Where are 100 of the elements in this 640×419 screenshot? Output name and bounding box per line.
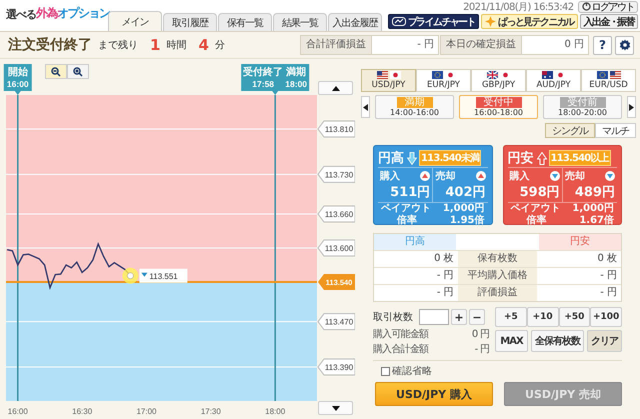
down-arrow-icon — [407, 152, 417, 164]
checkbox-label: 確認省略 — [392, 364, 432, 378]
deposit-button[interactable]: 入出金・振替 — [580, 14, 638, 29]
increment-button[interactable]: +5 — [495, 307, 527, 327]
hours-value: 1 — [150, 36, 160, 54]
flag-icon — [610, 71, 620, 79]
flag-icon — [390, 71, 400, 79]
table-cell-text: 0 枚 — [433, 252, 455, 266]
ratio-value: 1.95倍 — [450, 215, 484, 227]
buy-button[interactable]: USD/JPY 購入 — [375, 382, 493, 406]
price-label: 113.470 — [324, 318, 354, 327]
increment-button[interactable]: +100 — [590, 307, 622, 327]
help-button[interactable]: ? — [593, 36, 612, 54]
zoom-out-button[interactable] — [45, 64, 67, 79]
logout-icon — [582, 2, 590, 11]
hours-unit: 時間 — [166, 38, 186, 52]
nav-tab[interactable]: 入出金履歴 — [328, 13, 382, 31]
scroll-up-button[interactable] — [318, 81, 353, 95]
currency-tab[interactable]: EUR/JPY — [416, 69, 471, 92]
ratio-label: 倍率 — [525, 215, 546, 227]
payout-label: ペイアウト — [381, 203, 431, 214]
scroll-down-button[interactable] — [318, 401, 353, 415]
next-session-button[interactable] — [627, 96, 636, 118]
marker-time: 18:00 — [285, 79, 308, 89]
mode-tab[interactable]: マルチ — [595, 123, 636, 138]
payout-value: 1,000円 — [442, 203, 484, 214]
buy-label: 購入 — [510, 170, 530, 183]
quantity-label: 取引枚数 — [373, 310, 414, 324]
nav-tab[interactable]: 結果一覧 — [273, 13, 327, 31]
time-label: 17:30 — [200, 407, 221, 416]
currency-tab[interactable]: GBP/JPY — [471, 69, 526, 92]
minus-button[interactable]: − — [469, 309, 485, 325]
increment-button[interactable]: +50 — [558, 307, 590, 327]
plus-button[interactable]: + — [451, 309, 467, 325]
amount-value: 0 円 — [472, 328, 489, 342]
amount-value: - 円 — [474, 343, 489, 357]
time-label: 16:30 — [72, 407, 92, 416]
flag-icon — [542, 71, 552, 79]
price-label: 113.810 — [324, 125, 354, 134]
row-label: 評価損益 — [458, 285, 538, 301]
down-triangle-icon — [550, 171, 560, 181]
time-label: 18:00 — [265, 407, 286, 416]
quantity-field[interactable] — [419, 309, 449, 325]
nav-tab[interactable]: 保有一覧 — [218, 13, 272, 31]
up-triangle-icon — [332, 86, 340, 90]
up-triangle-icon — [476, 171, 486, 181]
amount-label: 購入合計金額 — [373, 343, 428, 357]
time-marker — [4, 64, 32, 95]
column-header: 円高 — [374, 234, 456, 250]
previous-session-button[interactable] — [361, 96, 370, 118]
settings-button[interactable] — [615, 36, 634, 54]
quantity-action-button[interactable]: MAX — [495, 330, 528, 352]
sell-price: 489円 — [574, 184, 615, 201]
total-value: - 円 — [372, 35, 439, 55]
option-title: 円高 — [378, 150, 404, 167]
table-cell-text: - 円 — [436, 286, 455, 300]
current-point — [127, 272, 134, 280]
minutes-value: 4 — [198, 36, 209, 54]
currency-tab[interactable]: EUR/USD — [581, 69, 636, 92]
remaining-label: まで残り — [98, 38, 138, 52]
nav-tab[interactable]: メイン — [108, 11, 162, 31]
up-triangle-icon — [420, 171, 430, 181]
buy-label: 購入 — [380, 170, 400, 183]
prime-chart-button[interactable]: プライムチャート — [388, 14, 479, 29]
minutes-unit: 分 — [214, 39, 225, 52]
table-cell-text: - 円 — [599, 286, 618, 300]
currency-tab[interactable]: AUD/JPY — [526, 69, 581, 92]
nav-tab[interactable]: 取引履歴 — [163, 13, 217, 31]
ratio-value: 1.67倍 — [579, 215, 614, 227]
current-price-box — [139, 268, 188, 283]
current-price: 113.551 — [149, 272, 178, 281]
marker-title: 満期 — [286, 67, 306, 78]
ratio-label: 倍率 — [396, 215, 417, 227]
session-button[interactable]: 受付前 18:00-20:00 — [543, 95, 622, 119]
down-triangle-icon — [332, 406, 340, 410]
row-label: 保有枚数 — [458, 251, 538, 267]
zoom-in-icon — [73, 66, 83, 76]
option-card[interactable]: 円安 113.540以上 購入 598円 売却 489円 ペイアウト 1,000円 倍率 1.67倍 — [502, 145, 622, 225]
payout-label: ペイアウト — [510, 203, 560, 214]
right-triangle-icon — [629, 104, 634, 110]
checkbox[interactable] — [381, 366, 390, 376]
flag-icon — [596, 71, 608, 79]
quantity-action-button[interactable]: 全保有枚数 — [531, 330, 584, 352]
down-triangle-icon — [605, 171, 615, 181]
quantity-action-button[interactable]: クリア — [587, 330, 622, 352]
table-cell-text: - 円 — [599, 269, 618, 283]
table-cell-text: 0 枚 — [596, 252, 618, 266]
zoom-in-button[interactable] — [67, 64, 89, 79]
table-cell-text: - 円 — [436, 269, 455, 283]
mode-tab[interactable]: シングル — [545, 123, 595, 138]
logout-button[interactable]: ログアウト — [578, 0, 638, 12]
technical-button[interactable]: ぱっと見テクニカル — [480, 14, 578, 29]
session-button[interactable]: 受付中 16:00-18:00 — [459, 95, 538, 119]
column-header: 円安 — [538, 234, 621, 250]
flag-icon — [432, 71, 442, 79]
currency-tab[interactable]: USD/JPY — [361, 69, 416, 92]
increment-button[interactable]: +10 — [526, 307, 558, 327]
session-button[interactable]: 満期 14:00-16:00 — [375, 95, 454, 119]
sell-price: 402円 — [444, 184, 486, 201]
total-label: 合計評価損益 — [300, 35, 372, 55]
